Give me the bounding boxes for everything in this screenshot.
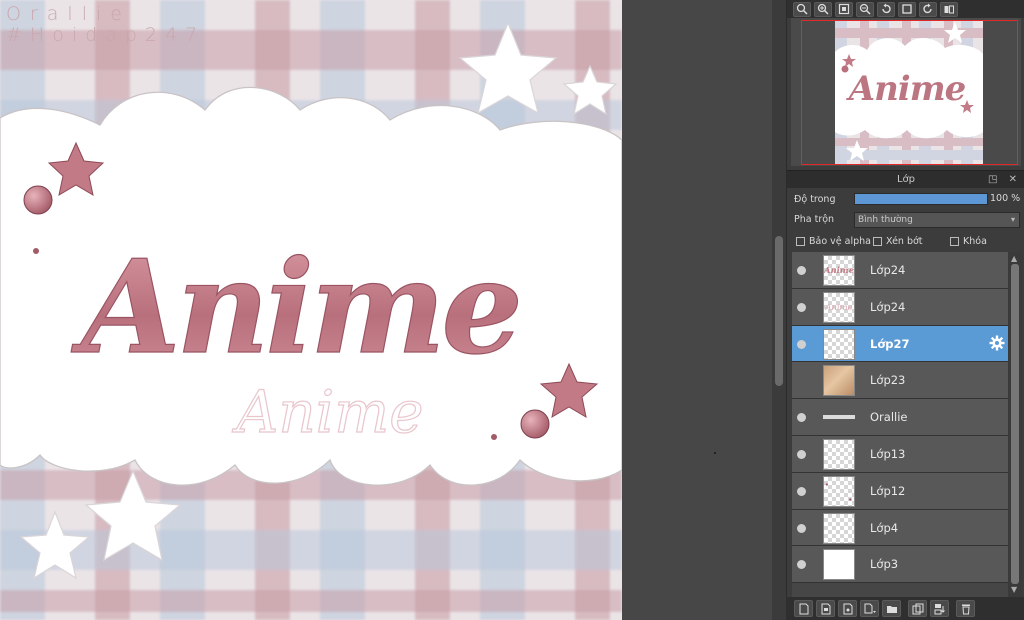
layer-row[interactable]: Lớp13 (792, 435, 1008, 473)
actual-size-icon[interactable] (898, 1, 916, 17)
merge-layer-icon[interactable] (930, 600, 949, 617)
scroll-up-icon[interactable]: ▲ (1011, 254, 1017, 263)
layer-row[interactable]: Lớp12 (792, 472, 1008, 510)
layer-name: Orallie (870, 410, 908, 425)
layer-name: Lớp24 (870, 299, 906, 314)
layer-row[interactable]: Lớp23 (792, 362, 1008, 400)
visibility-eye-icon[interactable] (797, 413, 806, 423)
blend-mode-select[interactable]: Bình thường ▾ (854, 212, 1020, 228)
layer-row[interactable]: Lớp3 (792, 546, 1008, 584)
watermark-name: Orallie (6, 3, 131, 25)
scroll-down-icon[interactable]: ▼ (1011, 585, 1017, 594)
visibility-eye-icon[interactable] (797, 560, 806, 570)
navigator-view-frame[interactable] (801, 20, 1018, 165)
visibility-eye-icon[interactable] (797, 302, 806, 312)
visibility-eye-icon[interactable] (797, 266, 806, 275)
scrollbar-thumb[interactable] (775, 236, 783, 386)
blend-mode-value: Bình thường (858, 215, 913, 225)
scrollbar-thumb[interactable] (1011, 264, 1019, 584)
clipping-checkbox[interactable]: Xén bớt (873, 236, 923, 247)
layer-thumbnail (823, 365, 855, 397)
artwork: Anime Anime (0, 0, 622, 620)
chevron-down-icon: ▾ (1010, 215, 1015, 224)
layer-name: Lớp12 (870, 483, 906, 498)
rotate-right-icon[interactable] (919, 1, 937, 17)
panel-float-close-icon[interactable]: ◳ ✕ (988, 171, 1021, 189)
layer-row[interactable]: Lớp4 (792, 509, 1008, 547)
layer-thumbnail (823, 549, 855, 581)
cursor-dot (714, 452, 716, 454)
blend-mode-label: Pha trộn (794, 214, 835, 225)
zoom-in-icon[interactable] (814, 1, 832, 17)
layer-row[interactable]: Orallie (792, 399, 1008, 436)
rotate-left-icon[interactable] (877, 1, 895, 17)
visibility-eye-icon[interactable] (797, 523, 806, 533)
add-layer-dropdown-icon[interactable] (860, 600, 879, 617)
layer-toolbar (786, 597, 1024, 620)
checkbox-box[interactable] (950, 237, 959, 246)
new-raster-icon[interactable] (816, 600, 835, 617)
layer-thumbnail (823, 475, 855, 507)
new-folder-icon[interactable] (882, 600, 901, 617)
layer-row[interactable]: Anime Lớp24 (792, 252, 1008, 289)
opacity-value: 100 % (990, 193, 1021, 204)
layer-thumbnail (823, 328, 855, 360)
checkbox-label: Xén bớt (886, 236, 923, 247)
layer-name: Lớp23 (870, 373, 906, 388)
layer-thumbnail (823, 402, 855, 434)
layer-row[interactable]: Anime Lớp24 (792, 288, 1008, 326)
checkbox-box[interactable] (796, 237, 805, 246)
checkbox-box[interactable] (873, 237, 882, 246)
artwork-title: Anime (71, 233, 519, 383)
paint-app-window: Anime Anime Orallie #Hoidap247 Anime Lớp… (0, 0, 1024, 620)
layer-name: Lớp27 (870, 336, 910, 351)
visibility-eye-icon[interactable] (797, 486, 806, 496)
layer-thumbnail (823, 512, 855, 544)
layer-name: Lớp4 (870, 520, 899, 535)
layer-row-selected[interactable]: Lớp27 (792, 325, 1008, 363)
canvas-vertical-scrollbar[interactable] (772, 0, 786, 620)
checkbox-label: Khóa (963, 236, 987, 247)
navigator-toolbar (787, 0, 1024, 18)
checkbox-label: Bảo vệ alpha (809, 236, 871, 247)
new-halftone-icon[interactable] (838, 600, 857, 617)
fit-window-icon[interactable] (835, 1, 853, 17)
svg-text:Anime: Anime (824, 302, 852, 312)
layer-panel-title-text: Lớp (896, 174, 916, 185)
new-layer-icon[interactable] (794, 600, 813, 617)
layer-thumbnail: Anime (823, 255, 855, 286)
lock-checkbox[interactable]: Khóa (950, 236, 987, 247)
layer-thumbnail: Anime (823, 291, 855, 323)
svg-text:Anime: Anime (824, 265, 854, 275)
visibility-eye-icon[interactable] (797, 339, 806, 349)
gear-icon[interactable] (989, 335, 1005, 351)
zoom-out-icon[interactable] (856, 1, 874, 17)
layer-thumbnail (823, 438, 855, 470)
layer-list-scrollbar[interactable]: ▲ ▼ (1008, 252, 1022, 597)
opacity-slider[interactable] (854, 193, 988, 205)
protect-alpha-checkbox[interactable]: Bảo vệ alpha (796, 236, 871, 247)
visibility-eye-icon[interactable] (797, 449, 806, 459)
watermark-tag: #Hoidap247 (6, 24, 206, 46)
artwork-subtitle: Anime (231, 378, 423, 446)
layer-name: Lớp24 (870, 263, 906, 277)
drawing-canvas[interactable]: Anime Anime Orallie #Hoidap247 (0, 0, 622, 620)
opacity-label: Độ trong (794, 194, 836, 205)
layer-panel-title: Lớp ◳ ✕ (787, 170, 1024, 188)
delete-layer-icon[interactable] (956, 600, 975, 617)
zoom-icon[interactable] (793, 1, 811, 17)
layer-name: Lớp13 (870, 446, 906, 461)
layer-name: Lớp3 (870, 557, 899, 572)
layer-list[interactable]: Anime Lớp24 Anime Lớp24 Lớp27 Lớp23 Oral… (792, 252, 1008, 597)
navigator-preview[interactable]: Anime (791, 18, 1021, 166)
workspace-background (622, 0, 772, 620)
duplicate-layer-icon[interactable] (908, 600, 927, 617)
flip-icon[interactable] (940, 1, 958, 17)
